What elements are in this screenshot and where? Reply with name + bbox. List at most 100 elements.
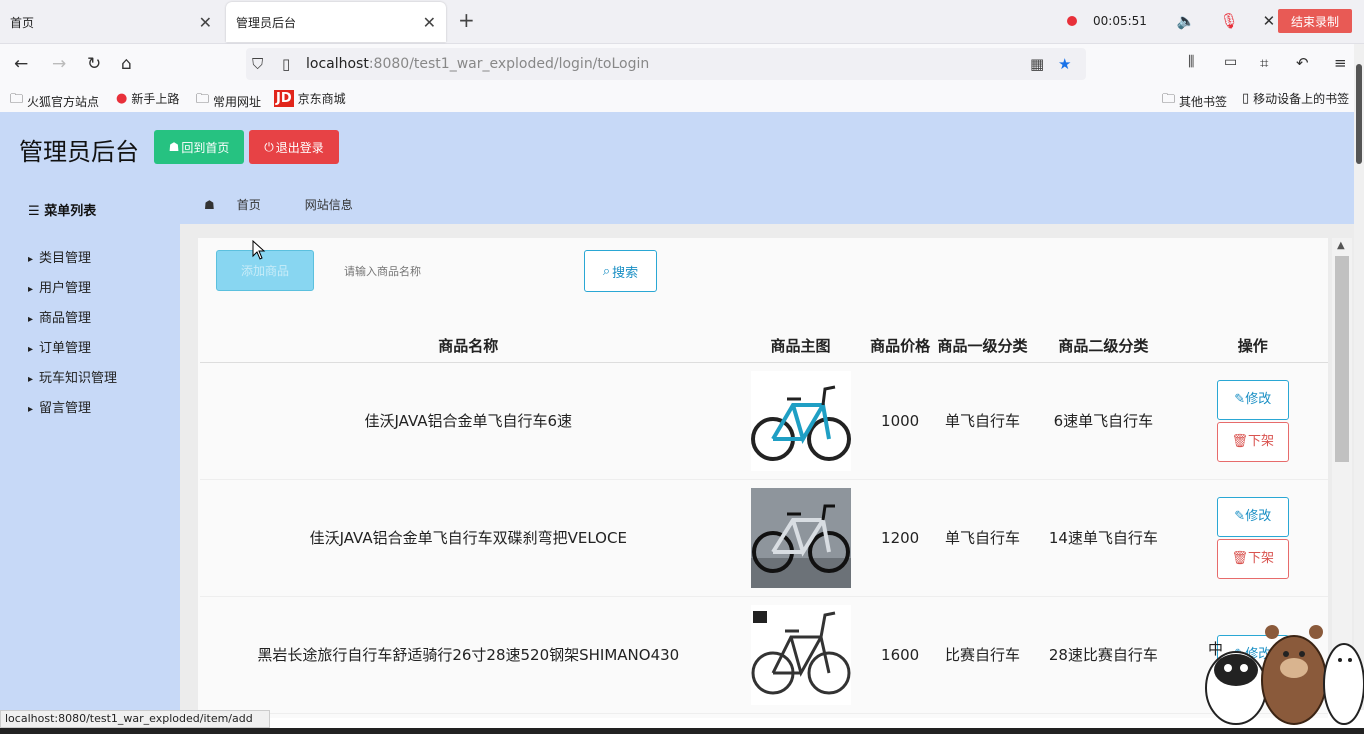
sidebar-item-knowledge[interactable]: 玩车知识管理 — [28, 367, 117, 386]
goods-name: 佳沃JAVA铝合金单飞自行车双碟刹弯把VELOCE — [200, 479, 737, 597]
operations-cell: ✎ 修改 🗑 下架 — [1177, 479, 1328, 597]
goods-image-cell — [736, 479, 865, 597]
list-icon: ☰ — [28, 204, 40, 219]
menu-title: ☰ 菜单列表 — [28, 200, 96, 219]
edit-label: 修改 — [1245, 508, 1272, 524]
sidebar-icon[interactable]: ▭ — [1224, 54, 1237, 70]
bookmark-label: 常用网址 — [213, 94, 262, 109]
undo-icon[interactable]: ↶ — [1296, 54, 1309, 72]
goods-image-cell — [736, 362, 865, 480]
offline-button[interactable]: 🗑 下架 — [1216, 421, 1289, 462]
sidebar-item-users[interactable]: 用户管理 — [28, 277, 91, 296]
home-icon[interactable]: ⌂ — [121, 54, 132, 74]
menu-icon[interactable]: ≡ — [1334, 54, 1347, 72]
library-icon[interactable]: ⫼ — [1188, 54, 1194, 70]
bears-mascot-overlay — [1205, 625, 1364, 725]
search-button[interactable]: ⌕ 搜索 — [584, 250, 657, 292]
edit-button[interactable]: ✎修改 — [1216, 379, 1289, 420]
browser-tab-bar: 首页 ✕ 管理员后台 ✕ + 00:05:51 🔈 🎙 ✕ 结束录制 — [0, 0, 1364, 44]
forward-icon[interactable]: → — [52, 54, 66, 74]
goods-category-2: 6速单飞自行车 — [1029, 362, 1178, 480]
folder-icon: 🗀 — [10, 92, 24, 107]
trash-icon: 🗑 — [1231, 550, 1249, 566]
recorder-time: 00:05:51 — [1093, 14, 1147, 28]
jd-icon: JD — [274, 90, 294, 107]
back-home-label: 回到首页 — [181, 140, 230, 155]
bookmark-item[interactable]: ● 新手上路 — [116, 90, 179, 107]
goods-table: 商品名称 商品主图 商品价格 商品一级分类 商品二级分类 操作 佳沃JAVA铝合… — [200, 310, 1328, 714]
goods-panel: 添加商品 ⌕搜索 商品名称 商品主图 商品价格 商品一级分类 商品二级分类 操作… — [198, 238, 1328, 718]
page-icon[interactable]: ▯ — [282, 55, 290, 73]
browser-nav-bar: ← → ↻ ⌂ ⛉ ▯ localhost:8080/test1_war_exp… — [0, 44, 1364, 84]
tab-home[interactable]: 首页 ✕ — [0, 2, 222, 42]
breadcrumb-home[interactable]: ☗ 首页 — [204, 196, 283, 213]
bookmarks-bar: 🗀 火狐官方站点 ● 新手上路 🗀 常用网址 JD 京东商城 🗀 其他书签 ▯ 移动设备上的… — [0, 84, 1364, 112]
search-icon: ⌕ — [602, 263, 611, 279]
home-icon: ☗ — [204, 198, 215, 212]
main-content: 添加商品 ⌕搜索 商品名称 商品主图 商品价格 商品一级分类 商品二级分类 操作… — [180, 224, 1354, 718]
sidebar-item-messages[interactable]: 留言管理 — [28, 397, 91, 416]
new-tab-icon[interactable]: + — [458, 8, 475, 32]
scroll-thumb[interactable] — [1335, 256, 1349, 462]
edit-label: 修改 — [1245, 391, 1272, 407]
column-header: 商品一级分类 — [935, 310, 1030, 363]
table-row: 佳沃JAVA铝合金单飞自行车双碟刹弯把VELOCE 1200 单飞自行车 14速… — [200, 479, 1328, 597]
bookmark-item[interactable]: 🗀 常用网址 — [196, 90, 261, 112]
close-tab-icon[interactable]: ✕ — [423, 13, 436, 32]
breadcrumb-home-label: 首页 — [236, 198, 261, 212]
search-label: 搜索 — [612, 265, 639, 281]
search-input[interactable] — [338, 252, 578, 290]
table-header-row: 商品名称 商品主图 商品价格 商品一级分类 商品二级分类 操作 — [200, 310, 1328, 363]
logout-button[interactable]: ⏻ 退出登录 — [249, 130, 339, 164]
sidebar: ☰ 菜单列表 类目管理 用户管理 商品管理 订单管理 玩车知识管理 留言管理 — [0, 204, 180, 710]
goods-category-2: 28速比赛自行车 — [1029, 596, 1178, 714]
shield-icon[interactable]: ⛉ — [252, 55, 263, 73]
bookmark-item[interactable]: 🗀 火狐官方站点 — [10, 90, 99, 112]
goods-price: 1000 — [864, 362, 936, 480]
bookmark-star-icon[interactable]: ★ — [1058, 55, 1071, 73]
folder-icon: 🗀 — [1162, 92, 1176, 107]
scroll-up-icon[interactable]: ▲ — [1337, 240, 1345, 251]
tab-label: 管理员后台 — [236, 15, 297, 30]
page-header: 管理员后台 ☗ 回到首页 ⏻ 退出登录 ☗ 首页 网站信息 — [0, 112, 1354, 224]
bookmark-label: 其他书签 — [1179, 94, 1228, 109]
back-icon[interactable]: ← — [14, 54, 28, 74]
breadcrumb-site-info[interactable]: 网站信息 — [305, 196, 353, 213]
close-icon[interactable]: ✕ — [1263, 12, 1276, 30]
page-title: 管理员后台 — [19, 138, 139, 166]
mic-muted-icon[interactable]: 🎙 — [1220, 12, 1239, 30]
recorder-controls: 00:05:51 🔈 🎙 ✕ — [1064, 10, 1275, 32]
url-host: localhost — [306, 56, 369, 72]
stop-recording-button[interactable]: 结束录制 — [1278, 9, 1352, 33]
back-home-button[interactable]: ☗ 回到首页 — [154, 130, 244, 164]
qr-code-icon[interactable]: ▦ — [1030, 55, 1044, 73]
reload-icon[interactable]: ↻ — [87, 54, 101, 74]
edit-button[interactable]: ✎修改 — [1216, 496, 1289, 537]
edit-icon: ✎ — [1234, 391, 1246, 407]
close-tab-icon[interactable]: ✕ — [199, 13, 212, 32]
offline-button[interactable]: 🗑 下架 — [1216, 538, 1289, 579]
speaker-icon[interactable]: 🔈 — [1177, 12, 1196, 30]
ime-indicator[interactable]: 中 — [1208, 638, 1223, 659]
goods-image-cell — [736, 596, 865, 714]
column-header: 商品名称 — [200, 310, 737, 363]
tab-label: 首页 — [10, 15, 35, 30]
bicycle-image — [750, 487, 851, 588]
bookmark-item[interactable]: 🗀 其他书签 — [1162, 90, 1227, 112]
bookmark-label: 新手上路 — [131, 92, 180, 106]
url-text: localhost:8080/test1_war_exploded/login/… — [306, 56, 649, 72]
column-header: 操作 — [1177, 310, 1328, 363]
address-bar[interactable]: ⛉ ▯ localhost:8080/test1_war_exploded/lo… — [246, 48, 1086, 80]
bookmark-item[interactable]: ▯ 移动设备上的书签 — [1242, 90, 1349, 107]
goods-name: 佳沃JAVA铝合金单飞自行车6速 — [200, 362, 737, 480]
window-scroll-thumb[interactable] — [1356, 64, 1362, 164]
sidebar-item-category[interactable]: 类目管理 — [28, 247, 91, 266]
tab-admin[interactable]: 管理员后台 ✕ — [226, 2, 446, 42]
sidebar-item-goods[interactable]: 商品管理 — [28, 307, 91, 326]
firefox-icon: ● — [116, 91, 128, 106]
menu-title-label: 菜单列表 — [44, 204, 97, 219]
bookmark-item[interactable]: JD 京东商城 — [274, 90, 346, 107]
screenshot-icon[interactable]: ⌗ — [1260, 54, 1268, 72]
column-header: 商品价格 — [864, 310, 936, 363]
sidebar-item-orders[interactable]: 订单管理 — [28, 337, 91, 356]
